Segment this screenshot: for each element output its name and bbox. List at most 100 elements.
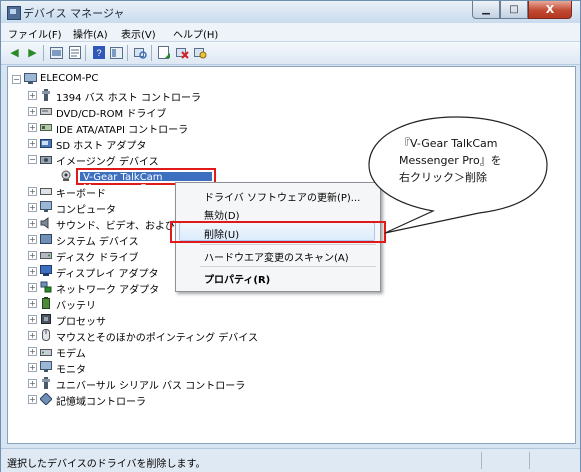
title-bar[interactable]: デバイス マネージャ ▁ □ X — [1, 1, 580, 23]
tree-item[interactable]: − イメージング デバイス — [28, 152, 288, 168]
tree-item[interactable]: + DVD/CD-ROM ドライブ — [28, 104, 288, 120]
tree-item-label: DVD/CD-ROM ドライブ — [56, 109, 167, 120]
menu-disable[interactable]: 無効(D) — [204, 207, 240, 222]
properties-icon[interactable] — [67, 45, 82, 60]
callout-text: 『V-Gear TalkCam Messenger Pro』を 右クリック＞削除 — [399, 135, 502, 186]
tree-item[interactable]: + モデム — [28, 344, 178, 360]
tree-item[interactable]: + サウンド、ビデオ、およびゲ — [28, 216, 176, 231]
toolbar-separator — [85, 45, 86, 61]
tree-item[interactable]: + 1394 バス ホスト コントローラ — [28, 88, 288, 104]
tree-item[interactable]: + SD ホスト アダプタ — [28, 136, 288, 152]
tree-item[interactable]: + コンピュータ — [28, 200, 178, 216]
collapse-icon[interactable]: − — [12, 75, 21, 84]
close-icon: X — [545, 3, 555, 16]
tree-item[interactable]: + ネットワーク アダプタ — [28, 280, 178, 296]
camera-icon — [40, 153, 52, 165]
menu-bar: ファイル(F) 操作(A) 表示(V) ヘルプ(H) — [1, 23, 580, 42]
expand-icon[interactable]: + — [28, 379, 37, 388]
tree-item-label: ディスク ドライブ — [56, 253, 139, 264]
expand-icon[interactable]: + — [28, 395, 37, 404]
tree-item-label: システム デバイス — [56, 237, 139, 248]
callout-line: 『V-Gear TalkCam — [399, 137, 498, 150]
expand-icon[interactable]: + — [28, 299, 37, 308]
expand-icon[interactable]: + — [28, 203, 37, 212]
tree-item-label: サウンド、ビデオ、およびゲ — [56, 221, 176, 231]
tree-item[interactable]: + ディスプレイ アダプタ — [28, 264, 178, 280]
ide-controller-icon — [40, 121, 52, 133]
toolbar: ◀ ▶ ? — [1, 42, 580, 65]
tree-item[interactable]: + ディスク ドライブ — [28, 248, 178, 264]
tree-item[interactable]: + マウスとそのほかのポインティング デバイス — [28, 328, 288, 344]
maximize-button[interactable]: □ — [500, 1, 528, 19]
disable-device-icon[interactable] — [193, 45, 208, 60]
tree-item-label: ユニバーサル シリアル バス コントローラ — [56, 381, 246, 392]
menu-properties[interactable]: プロパティ(R) — [204, 271, 270, 286]
menu-scan-hardware[interactable]: ハードウエア変更のスキャン(A) — [204, 249, 349, 264]
display-adapter-icon — [40, 265, 52, 277]
tree-item[interactable]: + キーボード — [28, 184, 178, 200]
tree-item-label: ディスプレイ アダプタ — [56, 269, 159, 280]
keyboard-icon — [40, 185, 52, 197]
forward-icon[interactable]: ▶ — [25, 45, 40, 60]
expand-icon[interactable]: + — [28, 187, 37, 196]
expand-icon[interactable]: + — [28, 283, 37, 292]
tree-item-label: 記憶域コントローラ — [56, 397, 146, 408]
expand-icon[interactable]: + — [28, 139, 37, 148]
battery-icon — [40, 297, 52, 309]
collapse-icon[interactable]: − — [28, 155, 37, 164]
tree-item[interactable]: + 記憶域コントローラ — [28, 392, 178, 408]
menu-separator — [200, 266, 376, 267]
speaker-icon — [40, 217, 52, 229]
tree-item[interactable]: + システム デバイス — [28, 232, 178, 248]
tree-item[interactable]: + モニタ — [28, 360, 178, 376]
help-icon[interactable]: ? — [91, 45, 106, 60]
expand-icon[interactable]: + — [28, 251, 37, 260]
expand-icon[interactable]: + — [28, 91, 37, 100]
menu-action[interactable]: 操作(A) — [73, 26, 108, 41]
tree-item-label: バッテリ — [56, 301, 96, 312]
maximize-icon: □ — [509, 4, 519, 15]
close-button[interactable]: X — [528, 1, 572, 19]
expand-icon[interactable]: + — [28, 315, 37, 324]
tree-item[interactable]: + ユニバーサル シリアル バス コントローラ — [28, 376, 288, 392]
processor-icon — [40, 313, 52, 325]
tree-item-label: プロセッサ — [56, 317, 106, 328]
expand-icon[interactable]: + — [28, 331, 37, 340]
status-divider — [529, 452, 530, 469]
window-title: デバイス マネージャ — [23, 7, 125, 20]
minimize-button[interactable]: ▁ — [472, 1, 500, 19]
expand-icon[interactable]: + — [28, 123, 37, 132]
up-level-icon[interactable] — [49, 45, 64, 60]
expand-icon[interactable]: + — [28, 267, 37, 276]
tree-item-label: コンピュータ — [56, 205, 116, 216]
tree-root-label: ELECOM-PC — [40, 73, 99, 84]
firewire-icon — [40, 89, 52, 101]
tree-item-label: IDE ATA/ATAPI コントローラ — [56, 125, 189, 136]
expand-icon[interactable]: + — [28, 347, 37, 356]
scan-hardware-icon[interactable] — [133, 45, 148, 60]
tree-item-label: モデム — [56, 349, 86, 360]
computer-icon — [40, 201, 52, 213]
tree-item[interactable]: + バッテリ — [28, 296, 178, 312]
tree-root[interactable]: − ELECOM-PC — [12, 72, 152, 87]
expand-icon[interactable]: + — [28, 363, 37, 372]
menu-help[interactable]: ヘルプ(H) — [173, 26, 218, 41]
computer-icon — [24, 73, 37, 85]
menu-view[interactable]: 表示(V) — [121, 26, 156, 41]
view-icon[interactable] — [109, 45, 124, 60]
tree-item[interactable]: + プロセッサ — [28, 312, 178, 328]
expand-icon[interactable]: + — [28, 107, 37, 116]
menu-file[interactable]: ファイル(F) — [8, 26, 62, 41]
tree-item[interactable]: + IDE ATA/ATAPI コントローラ — [28, 120, 288, 136]
update-driver-icon[interactable] — [157, 45, 172, 60]
back-icon[interactable]: ◀ — [7, 45, 22, 60]
expand-icon[interactable]: + — [28, 235, 37, 244]
expand-icon[interactable]: + — [28, 219, 37, 228]
menu-update-driver[interactable]: ドライバ ソフトウェアの更新(P)... — [204, 189, 360, 204]
tree-item-label: モニタ — [56, 365, 86, 376]
disk-drive-icon — [40, 249, 52, 261]
toolbar-separator — [43, 45, 44, 61]
uninstall-icon[interactable] — [175, 45, 190, 60]
mouse-icon — [40, 329, 52, 341]
callout-line: 右クリック＞削除 — [399, 171, 487, 184]
